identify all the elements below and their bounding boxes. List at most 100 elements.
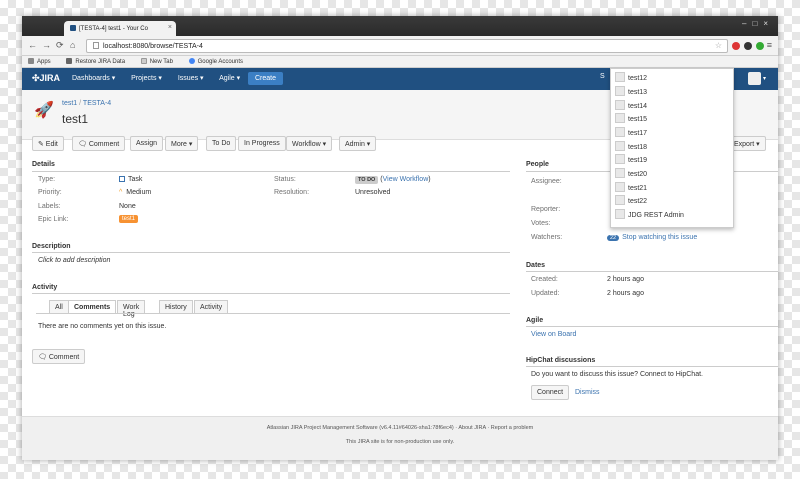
labels-value[interactable]: None (119, 203, 136, 210)
in-progress-button[interactable]: In Progress (238, 136, 286, 151)
user-option[interactable]: JDG REST Admin (615, 209, 684, 222)
user-option[interactable]: test12 (615, 72, 647, 85)
user-option[interactable]: test20 (615, 168, 647, 181)
labels-label: Labels: (38, 203, 61, 210)
assignee-label: Assignee: (531, 178, 562, 185)
home-icon[interactable]: ⌂ (70, 40, 75, 50)
breadcrumb: test1 / TESTA-4 (62, 100, 111, 107)
tab-title: [TESTA-4] test1 - Your Co (79, 26, 148, 32)
admin-button[interactable]: Admin ▾ (339, 136, 377, 151)
window-controls[interactable]: –□× (742, 19, 774, 28)
dates-heading: Dates (526, 262, 546, 269)
address-bar[interactable]: localhost:8080/browse/TESTA-4 ☆ (86, 39, 728, 53)
comment-button[interactable]: 🗨 Comment (72, 136, 126, 151)
back-icon[interactable]: ← (28, 40, 37, 50)
description-placeholder[interactable]: Click to add description (38, 257, 110, 264)
nav-dashboards[interactable]: Dashboards ▾ (72, 75, 115, 82)
status-label: Status: (274, 176, 296, 183)
tab-comments[interactable]: Comments (68, 300, 117, 314)
extension-icon[interactable] (732, 42, 740, 50)
menu-icon[interactable]: ≡ (767, 40, 772, 50)
create-button[interactable]: Create (248, 72, 284, 85)
connect-button[interactable]: Connect (531, 385, 570, 400)
details-heading: Details (32, 161, 55, 168)
browser-toolbar: ← → ⟳ ⌂ localhost:8080/browse/TESTA-4 ☆ … (22, 36, 778, 56)
extension-icon[interactable] (744, 42, 752, 50)
view-workflow-link[interactable]: View Workflow (383, 176, 429, 183)
avatar (615, 141, 625, 151)
user-option[interactable]: test19 (615, 154, 647, 167)
nav-issues[interactable]: Issues ▾ (178, 75, 204, 82)
comment-icon: 🗨 (78, 141, 89, 148)
page-icon (140, 58, 147, 64)
resolution-value: Unresolved (355, 189, 391, 196)
breadcrumb-issue-key[interactable]: TESTA-4 (83, 100, 111, 107)
created-value: 2 hours ago (607, 276, 644, 283)
more-button[interactable]: More ▾ (165, 136, 199, 151)
bookmarks-bar: Apps Restore JIRA Data New Tab Google Ac… (22, 56, 778, 68)
user-option[interactable]: test17 (615, 127, 647, 140)
close-tab-icon[interactable]: × (168, 24, 172, 31)
divider (32, 293, 510, 294)
main-nav: Dashboards ▾ Projects ▾ Issues ▾ Agile ▾ (72, 74, 254, 82)
quick-search[interactable]: S (600, 73, 605, 80)
priority-label: Priority: (38, 189, 62, 196)
assign-button[interactable]: Assign (130, 136, 164, 151)
reload-icon[interactable]: ⟳ (56, 40, 64, 51)
tab-activity[interactable]: Activity (194, 300, 229, 314)
footer-links[interactable]: Atlassian JIRA Project Management Softwa… (22, 425, 778, 431)
votes-label: Votes: (531, 220, 551, 227)
epic-lozenge[interactable]: test1 (119, 215, 139, 223)
hipchat-text: Do you want to discuss this issue? Conne… (531, 371, 703, 378)
epic-link-label: Epic Link: (38, 216, 69, 223)
tab-work-log[interactable]: Work Log (117, 300, 146, 318)
todo-button[interactable]: To Do (206, 136, 237, 151)
nav-projects[interactable]: Projects ▾ (131, 75, 162, 82)
jira-logo[interactable]: ✣JIRA (32, 73, 60, 84)
epic-link-value[interactable]: test1 (119, 215, 139, 223)
priority-medium-icon: ^ (119, 189, 123, 196)
user-option[interactable]: test15 (615, 113, 647, 126)
hipchat-heading: HipChat discussions (526, 357, 596, 364)
avatar (615, 113, 625, 123)
bookmark-google-accounts[interactable]: Google Accounts (188, 58, 243, 65)
divider (526, 326, 778, 327)
divider (526, 271, 778, 272)
forward-icon[interactable]: → (42, 40, 51, 50)
user-picker-dropdown: test12 test13 test14 test15 test17 test1… (610, 68, 734, 228)
bookmark-apps[interactable]: Apps (28, 58, 51, 65)
edit-button[interactable]: ✎ Edit (32, 136, 64, 151)
url-text: localhost:8080/browse/TESTA-4 (103, 43, 203, 50)
user-option[interactable]: test18 (615, 141, 647, 154)
bookmark-new-tab[interactable]: New Tab (140, 58, 173, 65)
activity-heading: Activity (32, 284, 58, 291)
user-option[interactable]: test13 (615, 86, 647, 99)
priority-value[interactable]: ^ Medium (119, 189, 151, 196)
user-avatar[interactable] (748, 72, 761, 85)
extension-icon[interactable] (756, 42, 764, 50)
user-option[interactable]: test21 (615, 182, 647, 195)
status-badge: TO DO (355, 176, 379, 184)
chevron-down-icon[interactable]: ▾ (763, 75, 766, 82)
user-option[interactable]: test14 (615, 100, 647, 113)
breadcrumb-separator: / (79, 100, 82, 107)
issue-title[interactable]: test1 (62, 112, 88, 126)
workflow-button[interactable]: Workflow ▾ (286, 136, 333, 151)
watchers-count-badge[interactable]: 22 (607, 235, 620, 241)
dismiss-link[interactable]: Dismiss (575, 389, 600, 396)
nav-agile[interactable]: Agile ▾ (219, 75, 240, 82)
type-value[interactable]: Task (119, 176, 142, 183)
tab-history[interactable]: History (159, 300, 193, 314)
user-option[interactable]: test22 (615, 195, 647, 208)
star-icon[interactable]: ☆ (715, 41, 722, 50)
divider (32, 252, 510, 253)
breadcrumb-project[interactable]: test1 (62, 100, 77, 107)
browser-tab[interactable]: [TESTA-4] test1 - Your Co × (64, 21, 176, 36)
bookmark-restore-jira[interactable]: Restore JIRA Data (66, 58, 125, 65)
stop-watching-link[interactable]: Stop watching this issue (622, 234, 697, 241)
tab-all[interactable]: All (49, 300, 69, 314)
view-on-board-link[interactable]: View on Board (531, 331, 576, 338)
avatar (615, 209, 625, 219)
add-comment-button[interactable]: 🗨 Comment (32, 349, 86, 364)
tab-underline (36, 313, 510, 314)
